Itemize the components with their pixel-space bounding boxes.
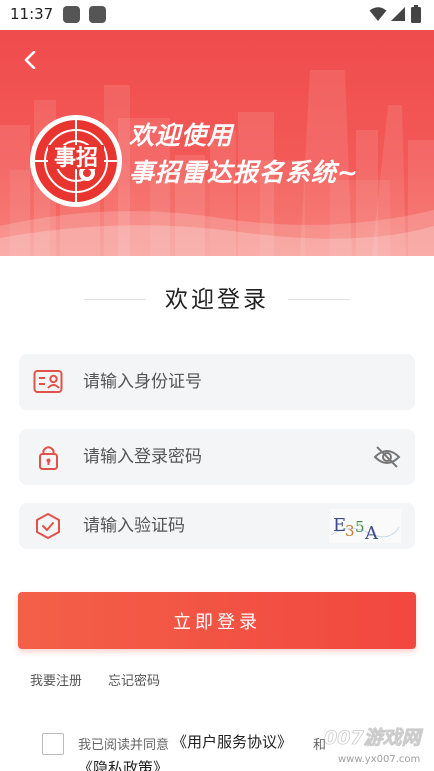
slogan-line-2: 事招雷达报名系统~ (129, 158, 359, 187)
captcha-image[interactable]: E 3 5 A (329, 509, 401, 543)
welcome-slogan: 欢迎使用 事招雷达报名系统~ (129, 118, 359, 193)
app-logo: 事招 (30, 115, 122, 207)
header-banner: 事招 欢迎使用 事招雷达报名系统~ (0, 30, 434, 256)
svg-text:007游戏网: 007游戏网 (324, 727, 424, 749)
id-card-icon (33, 370, 63, 393)
eye-off-icon[interactable] (373, 445, 401, 469)
id-number-field[interactable] (19, 354, 415, 410)
register-link[interactable]: 我要注册 (30, 670, 82, 689)
password-field[interactable] (19, 429, 415, 485)
chevron-left-icon (24, 51, 36, 69)
title-divider-right (288, 299, 350, 300)
banner-wave (0, 210, 434, 256)
logo-text: 事招 (54, 145, 98, 171)
svg-text:3: 3 (345, 522, 355, 540)
lock-icon (39, 446, 58, 470)
status-bar: 11:37 (0, 0, 434, 30)
captcha-field[interactable]: E 3 5 A (19, 503, 415, 549)
agreement-prefix: 我已阅读并同意 (78, 738, 170, 753)
notification-app-icon (89, 6, 106, 23)
forgot-password-link[interactable]: 忘记密码 (108, 670, 160, 689)
captcha-input[interactable] (83, 503, 353, 549)
password-input[interactable] (83, 429, 353, 485)
svg-text:www.yx007.com: www.yx007.com (338, 754, 420, 765)
privacy-policy-link[interactable]: 《隐私政策》 (78, 757, 168, 771)
shield-check-icon (36, 513, 60, 539)
back-button[interactable] (14, 44, 46, 76)
slogan-line-1: 欢迎使用 (129, 121, 234, 150)
wifi-icon (369, 7, 387, 21)
svg-text:5: 5 (355, 518, 365, 536)
agreement-checkbox[interactable] (42, 733, 64, 755)
user-agreement-link[interactable]: 《用户服务协议》 (172, 731, 292, 752)
page-title: 欢迎登录 (165, 287, 269, 313)
site-watermark: 007游戏网 www.yx007.com (324, 727, 424, 765)
status-time: 11:37 (10, 5, 54, 23)
login-button[interactable]: 立即登录 (18, 592, 416, 649)
svg-text:A: A (364, 523, 379, 543)
signal-icon (391, 7, 405, 21)
battery-icon (411, 5, 421, 23)
id-number-input[interactable] (83, 354, 353, 410)
notification-app-icon (63, 6, 80, 23)
login-title-row: 欢迎登录 (0, 282, 434, 318)
